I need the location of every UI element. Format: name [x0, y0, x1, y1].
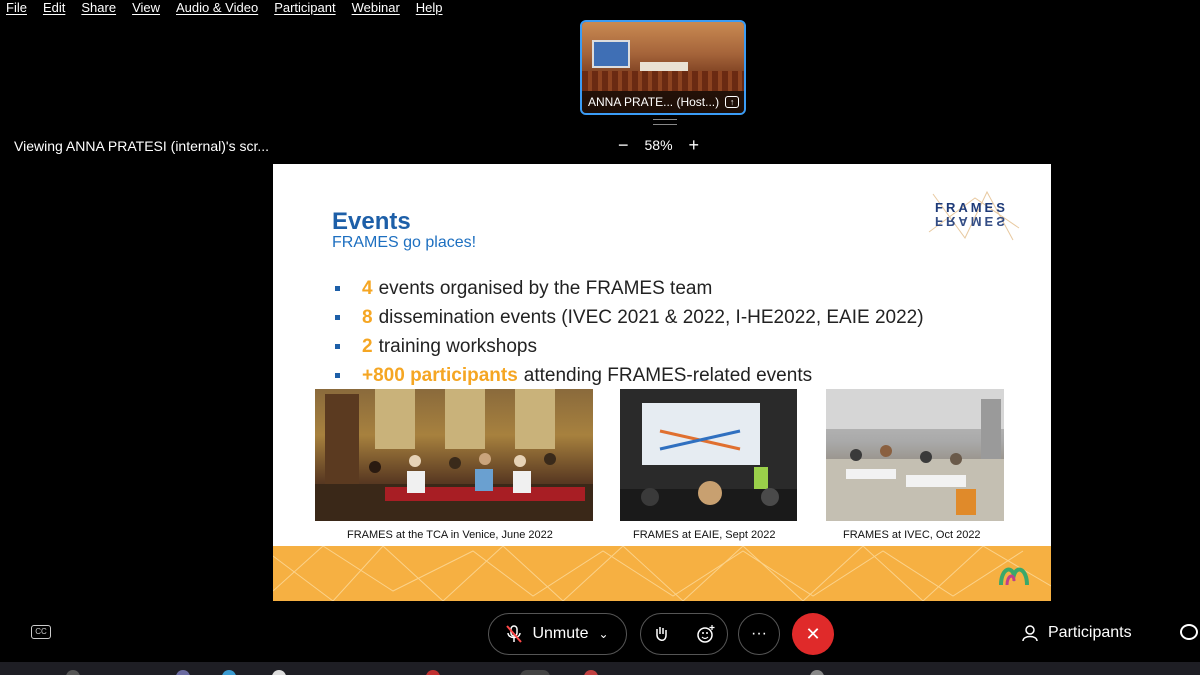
host-name-label: ANNA PRATE... (Host...) ↑: [582, 91, 744, 113]
muted-mic-icon: [506, 625, 523, 643]
bullet-text: events organised by the FRAMES team: [378, 277, 713, 299]
bullet-item: 2 training workshops: [335, 332, 924, 361]
slide-title: Events: [332, 208, 411, 235]
photo-venice-image: [315, 389, 593, 521]
zoom-level: 58%: [644, 137, 673, 153]
menu-share[interactable]: Share: [73, 1, 124, 15]
chevron-down-icon: ⌄: [598, 627, 609, 641]
zoom-out-button[interactable]: −: [618, 136, 629, 154]
participants-button[interactable]: Participants: [1022, 624, 1132, 642]
bullet-square-icon: [335, 373, 340, 378]
zoom-control: − 58% +: [618, 136, 699, 154]
photo-venice: [315, 389, 593, 521]
raise-hand-icon: [656, 627, 667, 641]
bullet-item: 4 events organised by the FRAMES team: [335, 274, 924, 303]
menu-help[interactable]: Help: [408, 1, 451, 15]
photo-eaie: [620, 389, 797, 521]
menu-bar: File Edit Share View Audio & Video Parti…: [0, 0, 451, 16]
slide-subtitle: FRAMES go places!: [332, 234, 477, 251]
video-feed-screen: [592, 40, 630, 68]
bullet-number: 2: [362, 335, 373, 357]
bullet-text: training workshops: [378, 335, 537, 357]
bullet-item: +800 participants attending FRAMES-relat…: [335, 361, 924, 390]
leave-meeting-button[interactable]: ✕: [792, 613, 834, 655]
shared-screen-slide: Events FRAMES go places! FRAMES FRAMES 4…: [273, 164, 1051, 601]
bullet-number: 4: [362, 277, 373, 299]
menu-webinar[interactable]: Webinar: [344, 1, 408, 15]
frames-logo: FRAMES FRAMES: [925, 188, 1025, 244]
bullet-square-icon: [335, 344, 340, 349]
chat-icon[interactable]: [1180, 624, 1198, 640]
photo-caption-ivec: FRAMES at IVEC, Oct 2022: [843, 529, 981, 541]
photo-eaie-image: [620, 389, 797, 521]
frames-logo-mirror: FRAMES: [935, 214, 1008, 229]
slide-footer-band: [273, 546, 1051, 601]
host-video-thumbnail[interactable]: ANNA PRATE... (Host...) ↑: [580, 20, 746, 115]
share-screen-icon: ↑: [725, 96, 740, 108]
video-feed-seats: [582, 71, 744, 91]
unmute-label: Unmute: [532, 625, 589, 642]
photo-caption-venice: FRAMES at the TCA in Venice, June 2022: [347, 529, 553, 541]
viewing-status: Viewing ANNA PRATESI (internal)'s scr...: [14, 138, 270, 154]
host-name-text: ANNA PRATE... (Host...): [588, 95, 720, 109]
participants-label: Participants: [1048, 624, 1132, 641]
menu-participant[interactable]: Participant: [266, 1, 343, 15]
thumbnail-drag-handle[interactable]: [653, 119, 677, 125]
frames-logo-text: FRAMES: [935, 200, 1008, 215]
bullet-number: 8: [362, 306, 373, 328]
more-options-button[interactable]: ···: [738, 613, 780, 655]
bullet-text: attending FRAMES-related events: [523, 364, 813, 386]
unmute-button[interactable]: Unmute ⌄: [488, 613, 627, 655]
menu-audio-video[interactable]: Audio & Video: [168, 1, 266, 15]
bullet-number: +800 participants: [362, 364, 518, 386]
participants-icon: [1022, 625, 1038, 642]
reactions-button[interactable]: [685, 613, 727, 655]
photo-ivec-image: [826, 389, 1004, 521]
menu-view[interactable]: View: [124, 1, 168, 15]
taskbar-app-icon[interactable]: [520, 670, 550, 675]
menu-edit[interactable]: Edit: [35, 1, 73, 15]
bullet-list: 4 events organised by the FRAMES team 8 …: [335, 274, 924, 390]
raise-hand-button[interactable]: [640, 613, 682, 655]
partner-logo-icon: [999, 567, 1029, 586]
bullet-item: 8 dissemination events (IVEC 2021 & 2022…: [335, 303, 924, 332]
bullet-square-icon: [335, 315, 340, 320]
bullet-text: dissemination events (IVEC 2021 & 2022, …: [378, 306, 924, 328]
footer-pattern-icon: [273, 546, 1051, 601]
closed-captions-button[interactable]: CC: [31, 625, 51, 639]
menu-file[interactable]: File: [0, 1, 35, 15]
photo-ivec: [826, 389, 1004, 521]
bullet-square-icon: [335, 286, 340, 291]
zoom-in-button[interactable]: +: [689, 136, 700, 154]
photo-caption-eaie: FRAMES at EAIE, Sept 2022: [633, 529, 776, 541]
emoji-smile-icon: [697, 625, 715, 643]
